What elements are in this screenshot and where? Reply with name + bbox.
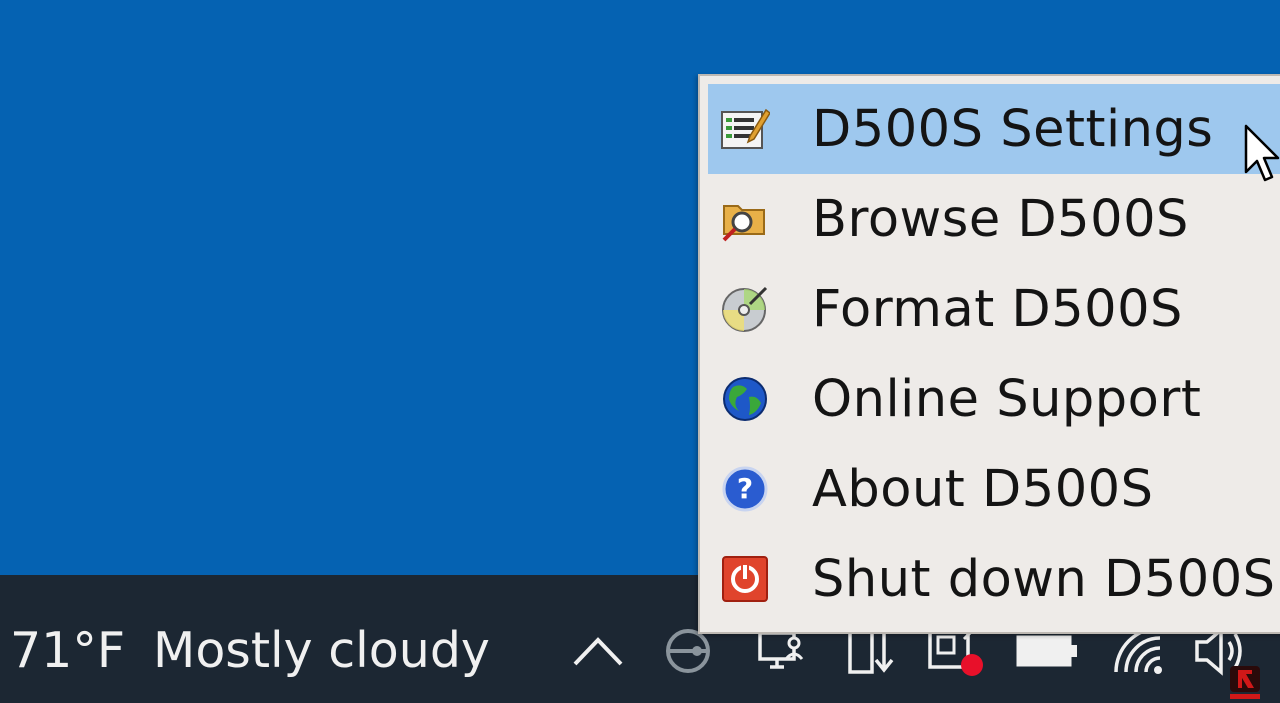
menu-item-label: About D500S [812, 459, 1154, 519]
menu-item-browse-d500s[interactable]: Browse D500S [708, 174, 1280, 264]
mouse-cursor-icon [1244, 124, 1280, 188]
menu-item-label: Online Support [812, 369, 1202, 429]
weather-widget[interactable]: 71°F Mostly cloudy [10, 615, 490, 685]
menu-item-about-d500s[interactable]: ? About D500S [708, 444, 1280, 534]
menu-item-label: D500S Settings [812, 99, 1214, 159]
menu-item-online-support[interactable]: Online Support [708, 354, 1280, 444]
chevron-up-icon[interactable] [568, 623, 628, 679]
weather-temperature: 71°F [10, 621, 126, 679]
menu-item-d500s-settings[interactable]: D500S Settings [708, 84, 1280, 174]
menu-item-label: Shut down D500S [812, 549, 1276, 609]
help-icon: ? [720, 464, 770, 514]
d500s-context-menu: D500S Settings Browse D500S Format D500S [698, 74, 1280, 634]
browse-folder-icon [720, 194, 770, 244]
channel-logo-icon [1228, 664, 1262, 700]
weather-condition: Mostly cloudy [153, 621, 490, 679]
menu-item-format-d500s[interactable]: Format D500S [708, 264, 1280, 354]
menu-item-label: Format D500S [812, 279, 1183, 339]
settings-icon [720, 104, 770, 154]
menu-item-label: Browse D500S [812, 189, 1189, 249]
svg-text:?: ? [737, 472, 753, 505]
menu-item-shut-down-d500s[interactable]: Shut down D500S [708, 534, 1280, 624]
globe-icon [720, 374, 770, 424]
format-disc-icon [720, 284, 770, 334]
power-icon [720, 554, 770, 604]
